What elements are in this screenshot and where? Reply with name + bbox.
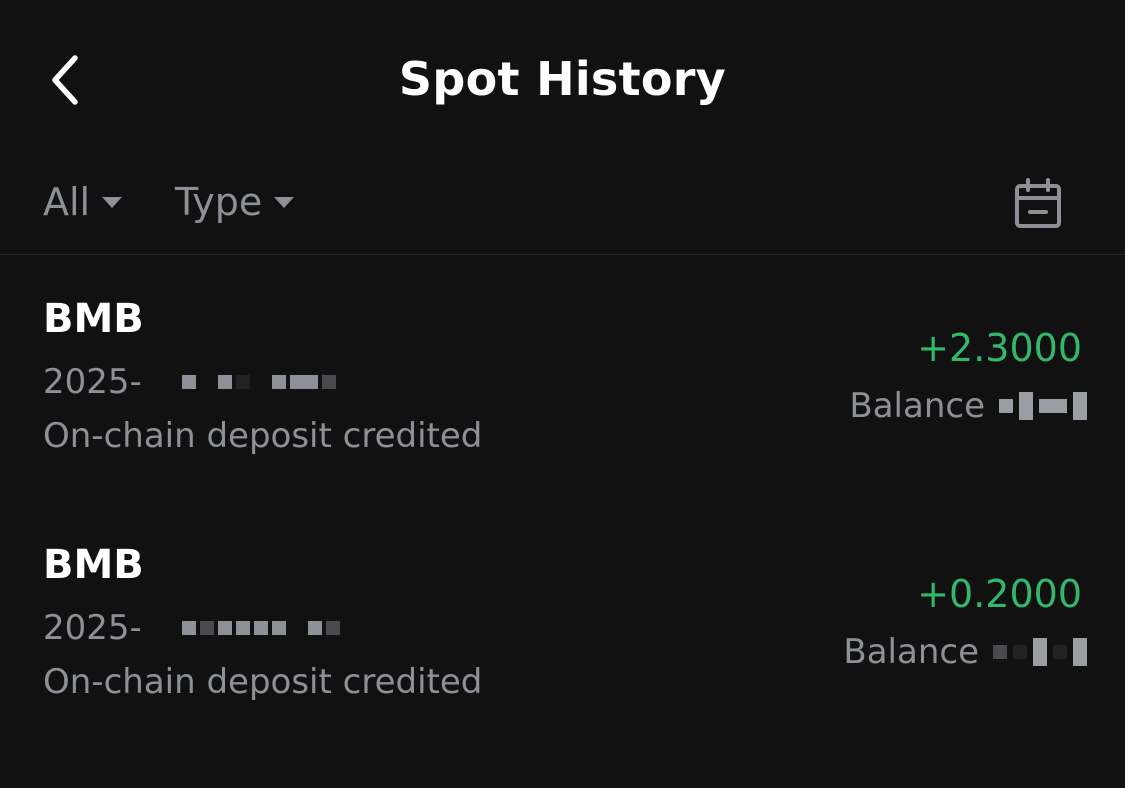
redacted-pixelation <box>181 375 336 389</box>
balance-label: Balance <box>849 386 985 426</box>
caret-down-icon <box>102 196 123 208</box>
balance-row: Balance <box>843 630 1087 674</box>
filter-all-label: All <box>43 180 91 224</box>
asset-name: BMB <box>43 542 144 588</box>
redacted-pixelation <box>181 621 340 635</box>
record-date-row: 2025- <box>43 360 336 404</box>
calendar-icon <box>1015 178 1061 228</box>
record-amount: +0.2000 <box>917 572 1082 616</box>
filter-type-label: Type <box>175 180 263 224</box>
record-description: On-chain deposit credited <box>43 662 483 702</box>
calendar-button[interactable] <box>1006 174 1070 234</box>
record-date-row: 2025- <box>43 606 340 650</box>
history-record[interactable]: BMB 2025- On-chain deposit credited +0.2… <box>0 542 1125 742</box>
asset-name: BMB <box>43 296 144 342</box>
balance-label: Balance <box>843 632 979 672</box>
record-description: On-chain deposit credited <box>43 416 483 456</box>
record-date: 2025- <box>43 362 142 402</box>
balance-row: Balance <box>849 384 1087 428</box>
record-amount: +2.3000 <box>917 326 1082 370</box>
redacted-pixelation <box>993 638 1087 666</box>
header: Spot History <box>0 0 1125 160</box>
filter-type-dropdown[interactable]: Type <box>175 180 295 224</box>
redacted-pixelation <box>999 392 1087 420</box>
caret-down-icon <box>274 196 295 208</box>
filter-all-dropdown[interactable]: All <box>43 180 123 224</box>
history-record[interactable]: BMB 2025- On-chain deposit credited +2.3… <box>0 296 1125 496</box>
record-date: 2025- <box>43 608 142 648</box>
filter-bar: All Type <box>0 160 1125 255</box>
page-title: Spot History <box>398 52 727 106</box>
